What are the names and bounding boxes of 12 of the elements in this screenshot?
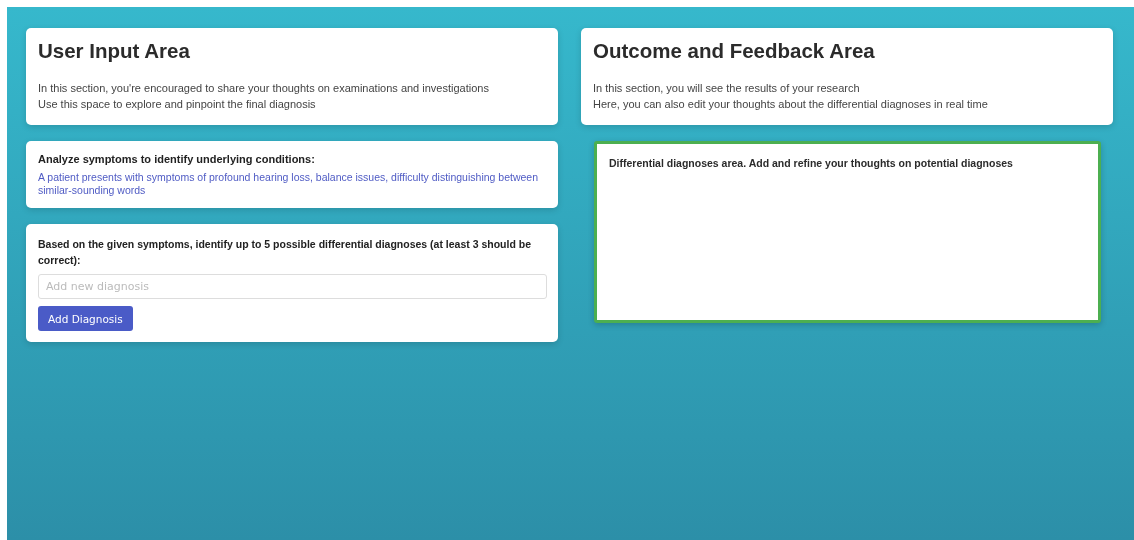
section-description: Use this space to explore and pinpoint the final diagnosis bbox=[38, 96, 317, 112]
differential-heading: Differential diagnoses area. Add and refine your thoughts on potential diagnoses bbox=[609, 157, 1014, 169]
section-description: In this section, you will see the results of your research bbox=[593, 81, 861, 96]
add-diagnosis-button[interactable]: Add Diagnosis bbox=[38, 306, 133, 331]
section-description: Here, you can also edit your thoughts about the differential diagnoses in real time bbox=[593, 96, 989, 112]
section-title: Outcome and Feedback Area bbox=[593, 39, 876, 63]
symptoms-heading: Analyze symptoms to identify underlying conditions: bbox=[38, 153, 316, 165]
diagnosis-prompt: Based on the given symptoms, identify up to 5 possible differential diagnoses (at least 3 should be correct): bbox=[38, 237, 532, 268]
section-description: In this section, you're encouraged to share your thoughts on examinations and investigations bbox=[38, 81, 490, 96]
diagnosis-input[interactable]: Add new diagnosis bbox=[38, 274, 547, 299]
section-title: User Input Area bbox=[38, 39, 191, 63]
case-description: A patient presents with symptoms of profound hearing loss, balance issues, difficulty distinguishing between similar-sounding words bbox=[38, 171, 539, 196]
